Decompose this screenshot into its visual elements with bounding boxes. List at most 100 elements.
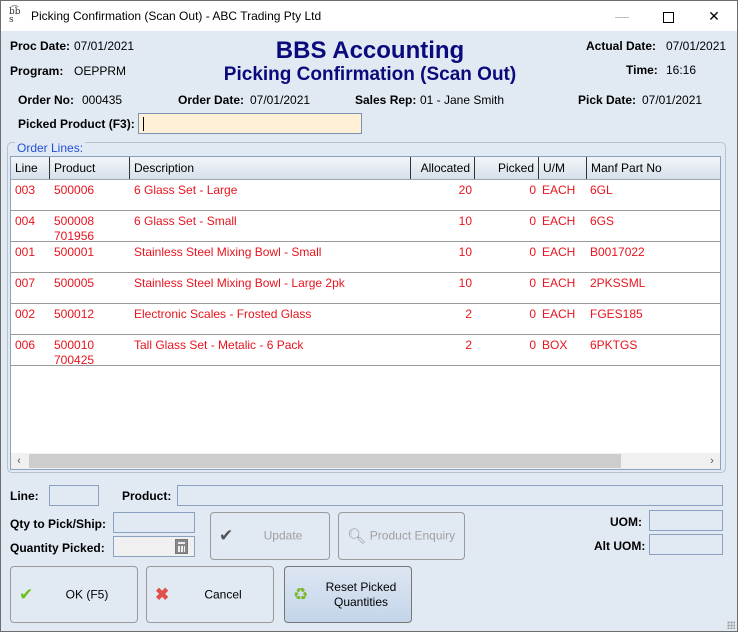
ok-button-label: OK (F5): [65, 587, 109, 601]
table-row[interactable]: 006 500010 700425 Tall Glass Set - Metalic …: [11, 335, 720, 368]
cell-picked: 0: [529, 245, 536, 259]
column-header-um[interactable]: U/M: [539, 157, 587, 179]
order-lines-table[interactable]: Line Product Description Allocated Picke…: [10, 156, 721, 470]
cell-picked: 0: [529, 338, 536, 352]
maximize-button[interactable]: [645, 1, 691, 31]
cell-allocated: 10: [458, 214, 472, 228]
cell-product: 500010 700425: [54, 338, 94, 368]
column-header-allocated[interactable]: Allocated: [411, 157, 475, 179]
order-date-label: Order Date:: [178, 93, 245, 107]
product-enquiry-button[interactable]: 🔍︎ Product Enquiry: [338, 512, 465, 560]
text-caret: [143, 117, 144, 131]
calculator-icon[interactable]: [175, 539, 188, 554]
line-input[interactable]: [49, 485, 99, 506]
product-code: 500005: [54, 276, 95, 290]
order-no-value: 000435: [82, 93, 123, 107]
sales-rep-value: 01 - Jane Smith: [420, 93, 505, 107]
cell-picked: 0: [529, 214, 536, 228]
table-row[interactable]: 007 500005 Stainless Steel Mixing Bowl - L…: [11, 273, 720, 304]
table-row[interactable]: 001 500001 Stainless Steel Mixing Bowl - S…: [11, 242, 720, 273]
cell-um: EACH: [542, 307, 576, 321]
cell-manf: 6PKTGS: [590, 338, 638, 352]
cell-line: 006: [15, 338, 36, 352]
qty-to-pick-input[interactable]: [113, 512, 195, 533]
cell-description: Tall Glass Set - Metalic - 6 Pack: [134, 338, 304, 352]
reset-label-line1: Reset Picked: [325, 579, 397, 594]
column-header-picked[interactable]: Picked: [475, 157, 539, 179]
cell-line: 001: [15, 245, 36, 259]
table-row[interactable]: 002 500012 Electronic Scales - Frosted Gla…: [11, 304, 720, 335]
recycle-icon: ♻: [293, 584, 309, 604]
column-header-line[interactable]: Line: [11, 157, 50, 179]
cell-description: 6 Glass Set - Small: [134, 214, 237, 228]
picked-product-label: Picked Product (F3):: [18, 117, 135, 131]
window-title: Picking Confirmation (Scan Out) - ABC Tr…: [31, 9, 322, 23]
column-header-product[interactable]: Product: [50, 157, 130, 179]
cell-line: 007: [15, 276, 36, 290]
table-header: Line Product Description Allocated Picke…: [11, 157, 720, 180]
scroll-right-arrow[interactable]: ›: [704, 453, 720, 469]
cell-product: 500008 701956: [54, 214, 94, 244]
cell-manf: FGES185: [590, 307, 643, 321]
cell-allocated: 2: [465, 307, 472, 321]
cell-description: 6 Glass Set - Large: [134, 183, 238, 197]
update-button[interactable]: ✔ Update: [210, 512, 330, 560]
uom-input[interactable]: [649, 510, 723, 531]
checkmark-icon: ✔: [19, 584, 34, 604]
cell-allocated: 20: [458, 183, 472, 197]
product-code: 500010: [54, 338, 95, 352]
cell-picked: 0: [529, 276, 536, 290]
table-row[interactable]: 003 500006 6 Glass Set - Large 20 0 EACH 6GL: [11, 180, 720, 211]
cross-icon: ✖: [155, 584, 170, 604]
product-enquiry-button-label: Product Enquiry: [369, 528, 456, 543]
ok-button[interactable]: ✔ OK (F5): [10, 566, 138, 623]
cell-manf: 6GS: [590, 214, 615, 228]
reset-picked-quantities-button[interactable]: ♻ Reset Picked Quantities: [284, 566, 412, 623]
alt-product-code: 700425: [54, 353, 95, 367]
cell-picked: 0: [529, 307, 536, 321]
horizontal-scrollbar[interactable]: ‹ ›: [11, 453, 720, 469]
proc-date-value: 07/01/2021: [74, 39, 135, 53]
cancel-button[interactable]: ✖ Cancel: [146, 566, 274, 623]
column-header-manf-part-no[interactable]: Manf Part No: [587, 157, 720, 179]
scrollbar-thumb[interactable]: [29, 454, 621, 468]
picked-product-input[interactable]: [138, 113, 362, 134]
cell-manf: B0017022: [590, 245, 645, 259]
update-button-label: Update: [263, 528, 303, 543]
program-label: Program:: [10, 64, 64, 78]
proc-date-label: Proc Date:: [10, 39, 71, 53]
pick-date-label: Pick Date:: [578, 93, 637, 107]
line-label: Line:: [10, 489, 39, 503]
time-label: Time:: [626, 63, 658, 77]
qty-to-pick-label: Qty to Pick/Ship:: [10, 517, 107, 531]
cell-description: Stainless Steel Mixing Bowl - Small: [134, 245, 322, 259]
minimize-button[interactable]: —: [599, 1, 645, 31]
picking-confirmation-window: b͡b s Picking Confirmation (Scan Out) - A…: [0, 0, 738, 632]
product-code: 500006: [54, 183, 95, 197]
cell-product: 500006: [54, 183, 94, 198]
scroll-left-arrow[interactable]: ‹: [11, 453, 27, 469]
pick-date-value: 07/01/2021: [642, 93, 703, 107]
product-code: 500012: [54, 307, 95, 321]
resize-grip[interactable]: [727, 621, 735, 629]
close-button[interactable]: ✕: [691, 1, 737, 31]
product-label: Product:: [122, 489, 172, 503]
qty-picked-input[interactable]: [113, 536, 195, 557]
cell-product: 500012: [54, 307, 94, 322]
cell-picked: 0: [529, 183, 536, 197]
cell-um: EACH: [542, 276, 576, 290]
alt-uom-input[interactable]: [649, 534, 723, 555]
uom-label: UOM:: [610, 515, 642, 529]
time-value: 16:16: [666, 63, 697, 77]
title-bar: b͡b s Picking Confirmation (Scan Out) - A…: [1, 1, 737, 31]
column-header-description[interactable]: Description: [130, 157, 411, 179]
product-input[interactable]: [177, 485, 723, 506]
cancel-button-label: Cancel: [204, 587, 242, 601]
app-name-heading: BBS Accounting: [275, 37, 465, 64]
alt-uom-label: Alt UOM:: [594, 539, 646, 553]
cell-product: 500001: [54, 245, 94, 260]
table-row[interactable]: 004 500008 701956 6 Glass Set - Small 10 0 EAC…: [11, 211, 720, 244]
order-date-value: 07/01/2021: [250, 93, 311, 107]
cell-line: 002: [15, 307, 36, 321]
cell-line: 004: [15, 214, 36, 228]
